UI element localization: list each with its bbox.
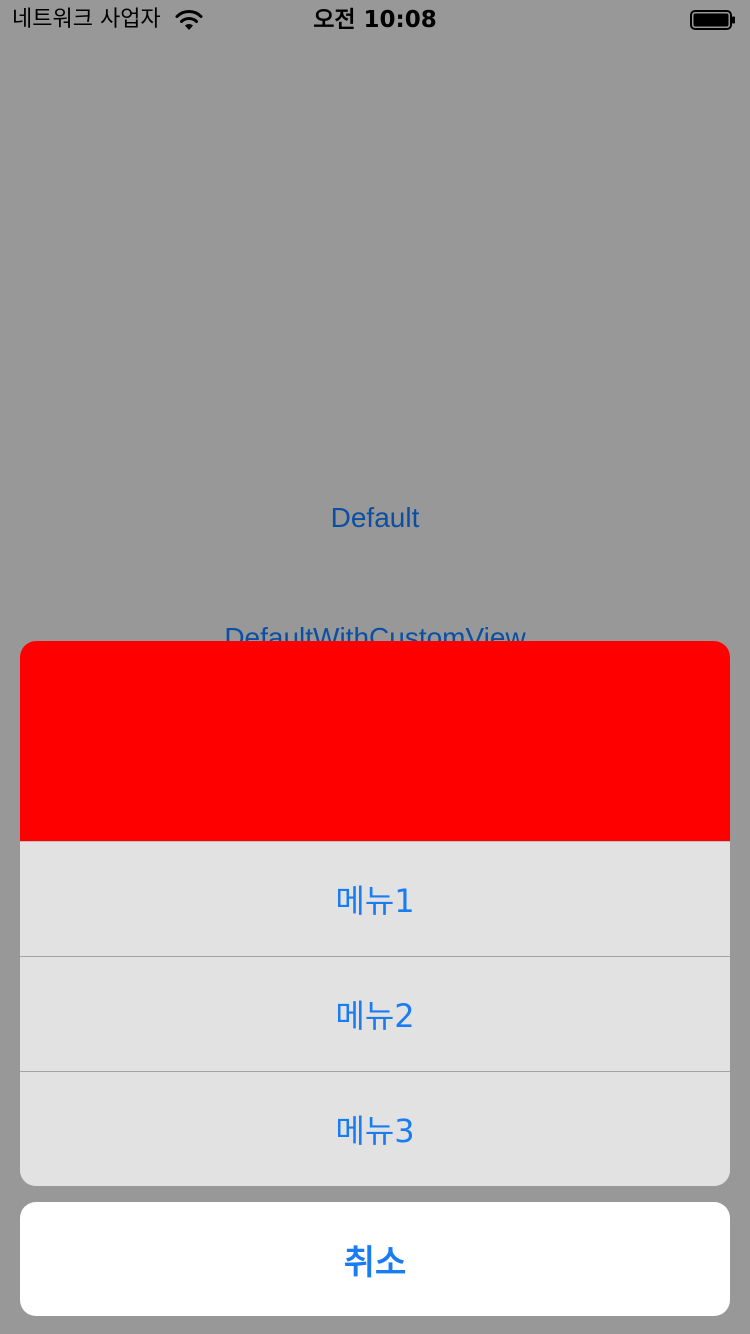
custom-view [20,641,730,841]
menu-item-1[interactable]: 메뉴1 [20,842,730,956]
default-button[interactable]: Default [0,500,750,536]
cancel-button[interactable]: 취소 [20,1202,730,1316]
status-bar: 네트워크 사업자 오전 10:08 [0,0,750,40]
action-sheet: 메뉴1 메뉴2 메뉴3 [20,641,730,1186]
battery-icon [690,10,736,30]
screen: 네트워크 사업자 오전 10:08 Default DefaultWithCus… [0,0,750,1334]
menu-item-3[interactable]: 메뉴3 [20,1072,730,1186]
status-time: 오전 10:08 [313,7,437,33]
menu-item-2[interactable]: 메뉴2 [20,957,730,1071]
